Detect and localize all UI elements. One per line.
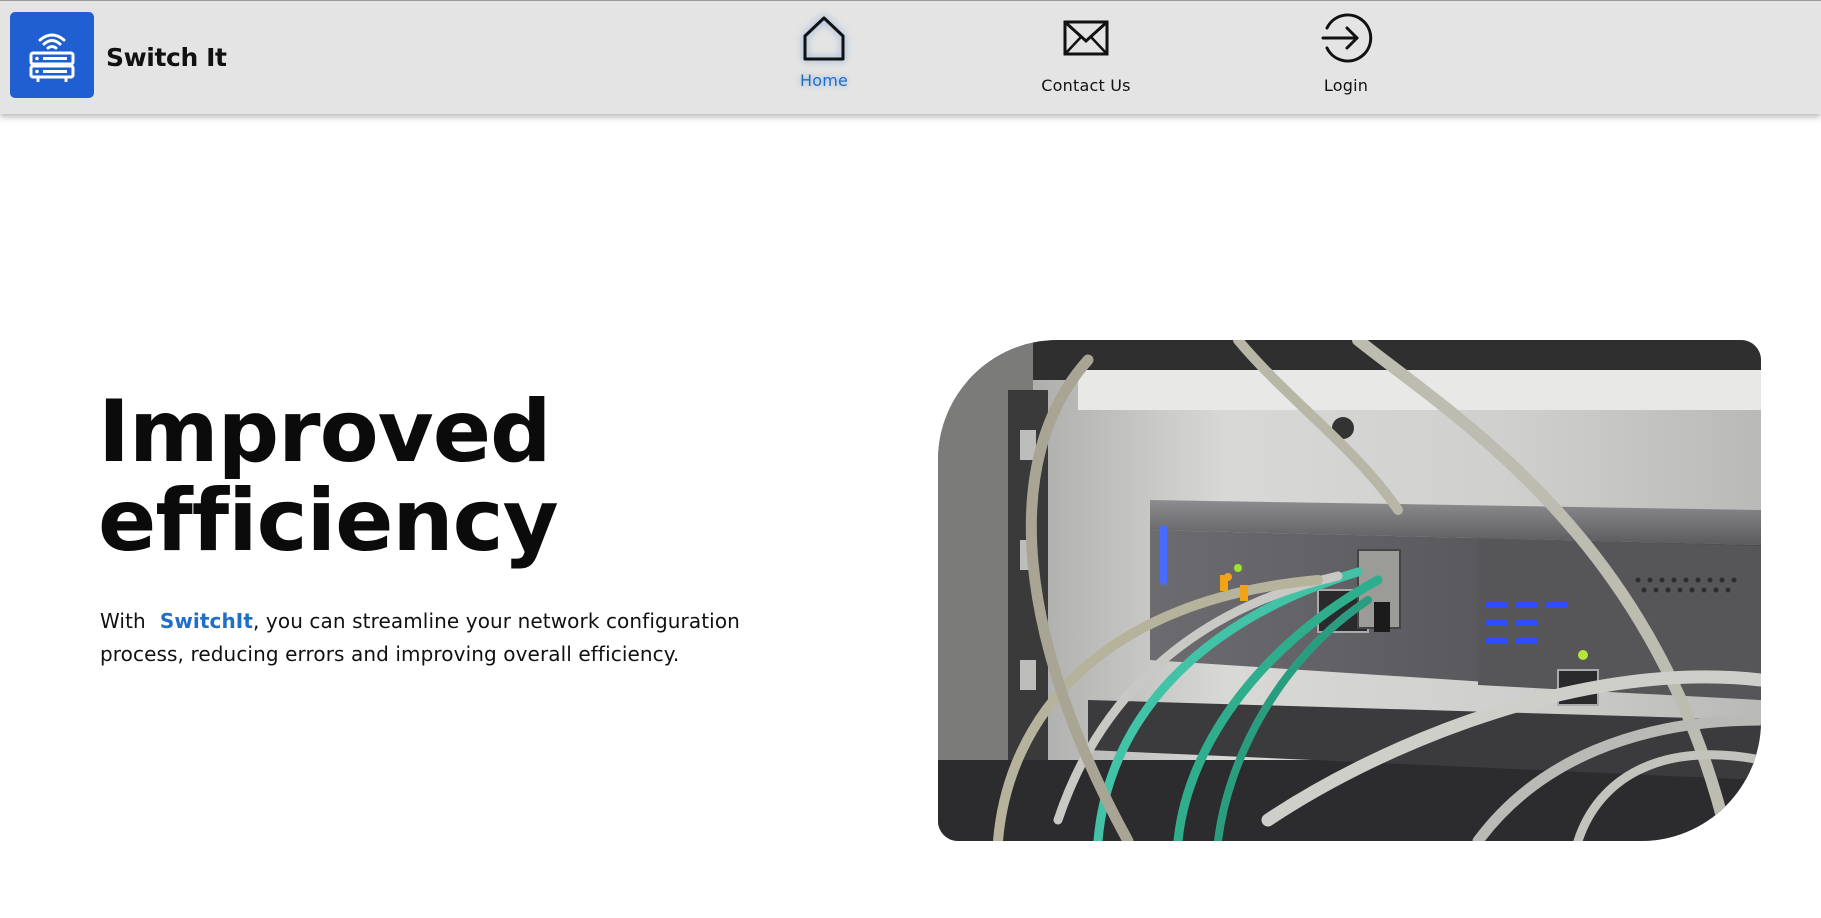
hero-text-line-2: process, reducing errors and improving o… [100,642,680,666]
hero-text-prefix: With [100,609,146,633]
network-switch-photo [938,340,1761,841]
hero-image-network-switch [938,340,1761,841]
hero-title-line-1: Improved [98,382,552,482]
login-icon [1321,13,1373,63]
network-switch-icon [29,33,75,82]
hero-brand-highlight: SwitchIt [159,609,254,633]
top-navigation-bar: Switch It Home Contact Us Login [0,0,1821,114]
nav-label-home: Home [799,71,849,90]
nav-item-home[interactable]: Home [754,11,894,101]
logo[interactable] [10,12,94,98]
nav-item-login[interactable]: Login [1276,11,1416,101]
mail-icon [1063,20,1109,56]
hero-text-rest: , you can streamline your network config… [253,609,740,633]
hero-description: With SwitchIt, you can streamline your ne… [100,605,780,671]
nav-label-contact-us: Contact Us [1041,76,1131,95]
nav-item-contact-us[interactable]: Contact Us [1016,11,1156,101]
home-icon [803,16,845,61]
nav-label-login: Login [1323,76,1369,95]
hero-title-line-2: efficiency [98,471,559,571]
brand-name[interactable]: Switch It [106,43,227,72]
hero-title: Improved efficiency [98,388,559,566]
